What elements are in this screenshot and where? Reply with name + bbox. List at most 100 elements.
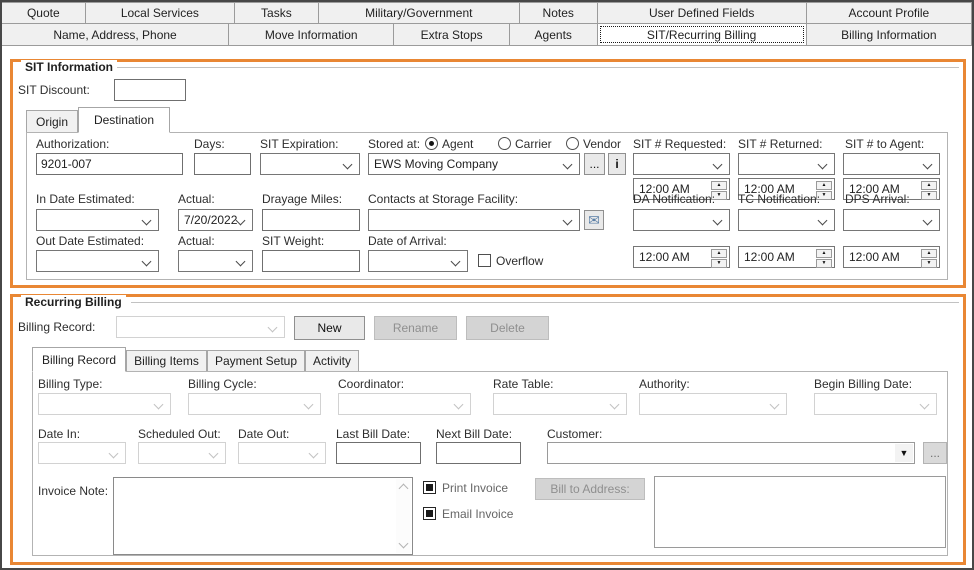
authority-combo[interactable] [639,393,787,415]
begin-billing-date-label: Begin Billing Date: [814,377,913,391]
scroll-down-icon[interactable] [398,538,409,549]
bill-to-address-textarea[interactable] [654,476,946,548]
application-window: Quote Local Services Tasks Military/Gove… [0,0,974,570]
out-date-estimated-combo[interactable] [36,250,159,272]
chevron-down-icon [922,159,933,170]
agent-company-combo[interactable]: EWS Moving Company [368,153,580,175]
spinner-arrows-icon[interactable]: ▲ ▼ [921,249,937,268]
dps-arrival-time-spinner[interactable]: 12:00 AM ▲ ▼ [843,246,940,268]
chevron-down-icon [108,448,119,459]
tab-origin[interactable]: Origin [26,110,78,133]
customer-combo[interactable]: ▼ [547,442,915,464]
tab-activity[interactable]: Activity [305,350,359,372]
recurring-billing-groupbox: Recurring Billing Billing Record: New Re… [10,294,966,565]
next-bill-date-input[interactable] [436,442,521,464]
date-in-combo[interactable] [38,442,126,464]
sit-discount-input[interactable] [114,79,186,101]
coordinator-combo[interactable] [338,393,471,415]
customer-label: Customer: [547,427,603,441]
new-button[interactable]: New [294,316,365,340]
overflow-checkbox[interactable] [478,254,491,267]
scroll-up-icon[interactable] [398,483,409,494]
tc-notification-label: TC Notification: [738,192,821,206]
stored-at-carrier-radio[interactable] [498,137,511,150]
stored-at-carrier-label: Carrier [515,137,552,151]
tab-sit-recurring-billing[interactable]: SIT/Recurring Billing [596,23,807,46]
in-date-actual-combo[interactable]: 7/20/2022 [178,209,253,231]
customer-more-button[interactable]: ... [923,442,947,464]
tab-move-information[interactable]: Move Information [228,23,395,46]
chevron-down-icon [712,159,723,170]
tc-notification-time-spinner[interactable]: 12:00 AM ▲ ▼ [738,246,835,268]
delete-button[interactable]: Delete [466,316,549,340]
date-out-combo[interactable] [238,442,326,464]
sit-requested-combo[interactable] [633,153,730,175]
tab-military-government[interactable]: Military/Government [317,2,520,24]
date-of-arrival-label: Date of Arrival: [368,234,447,248]
scrollbar[interactable] [396,479,411,553]
chevron-down-icon [141,256,152,267]
tab-extra-stops[interactable]: Extra Stops [393,23,510,46]
days-input[interactable] [194,153,251,175]
da-notification-combo[interactable] [633,209,730,231]
spinner-arrows-icon[interactable]: ▲ ▼ [816,249,832,268]
chevron-down-icon [342,159,353,170]
begin-billing-date-combo[interactable] [814,393,937,415]
sit-expiration-combo[interactable] [260,153,360,175]
billing-type-label: Billing Type: [38,377,103,391]
email-invoice-checkbox[interactable] [423,507,436,520]
spinner-arrows-icon[interactable]: ▲ ▼ [921,181,937,200]
chevron-down-icon [712,215,723,226]
print-invoice-checkbox[interactable] [423,481,436,494]
stored-at-vendor-radio[interactable] [566,137,579,150]
tab-agents[interactable]: Agents [508,23,598,46]
tab-billing-record[interactable]: Billing Record [32,347,126,372]
tab-account-profile[interactable]: Account Profile [805,2,972,24]
in-date-estimated-combo[interactable] [36,209,159,231]
tab-strip-row1: Quote Local Services Tasks Military/Gove… [2,2,972,24]
last-bill-date-input[interactable] [336,442,421,464]
agent-info-button[interactable]: i [608,153,626,175]
tab-name-address-phone[interactable]: Name, Address, Phone [2,23,230,46]
dropdown-arrow-icon[interactable]: ▼ [895,444,913,462]
stored-at-agent-radio[interactable] [425,137,438,150]
authorization-input[interactable]: 9201-007 [36,153,183,175]
tab-billing-information[interactable]: Billing Information [805,23,972,46]
sit-to-agent-combo[interactable] [843,153,940,175]
dps-arrival-combo[interactable] [843,209,940,231]
tab-billing-items[interactable]: Billing Items [126,350,207,372]
spinner-arrows-icon[interactable]: ▲ ▼ [711,249,727,268]
recurring-billing-title: Recurring Billing [21,295,126,309]
last-bill-date-label: Last Bill Date: [336,427,411,441]
rate-table-combo[interactable] [493,393,627,415]
billing-cycle-combo[interactable] [188,393,321,415]
tab-user-defined-fields[interactable]: User Defined Fields [596,2,807,24]
out-date-actual-combo[interactable] [178,250,253,272]
tc-notification-combo[interactable] [738,209,835,231]
drayage-miles-input[interactable] [262,209,360,231]
tab-destination[interactable]: Destination [78,107,170,133]
date-of-arrival-combo[interactable] [368,250,468,272]
billing-record-combo[interactable] [116,316,285,338]
email-contact-button[interactable]: ✉ [584,210,604,230]
envelope-icon: ✉ [588,212,600,228]
tab-local-services[interactable]: Local Services [84,2,236,24]
sit-weight-input[interactable] [262,250,360,272]
contacts-storage-combo[interactable] [368,209,580,231]
da-notification-time-spinner[interactable]: 12:00 AM ▲ ▼ [633,246,730,268]
tab-notes[interactable]: Notes [518,2,598,24]
chevron-down-icon [153,399,164,410]
billing-type-combo[interactable] [38,393,171,415]
sit-returned-combo[interactable] [738,153,835,175]
invoice-note-textarea[interactable] [113,477,413,555]
agent-more-button[interactable]: ... [584,153,605,175]
tab-tasks[interactable]: Tasks [234,2,319,24]
next-bill-date-label: Next Bill Date: [436,427,513,441]
rename-button[interactable]: Rename [374,316,457,340]
sit-expiration-label: SIT Expiration: [260,137,339,151]
bill-to-address-button[interactable]: Bill to Address: [535,478,645,500]
scheduled-out-combo[interactable] [138,442,226,464]
tab-quote[interactable]: Quote [2,2,86,24]
chevron-down-icon [769,399,780,410]
tab-payment-setup[interactable]: Payment Setup [207,350,305,372]
